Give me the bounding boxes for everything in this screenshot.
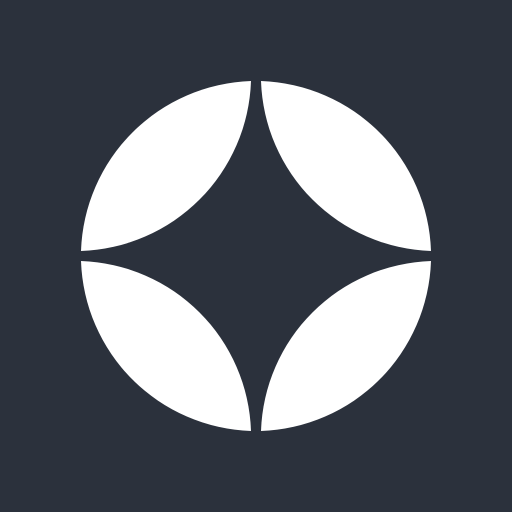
logo-petal-bottom-right [261,261,431,431]
logo-petal-top-left [81,81,251,251]
app-icon-canvas [0,0,512,512]
four-petal-star-circle-logo-icon [81,81,431,431]
logo-petals [81,81,431,431]
logo-petal-bottom-left [81,261,251,431]
logo-petal-top-right [261,81,431,251]
